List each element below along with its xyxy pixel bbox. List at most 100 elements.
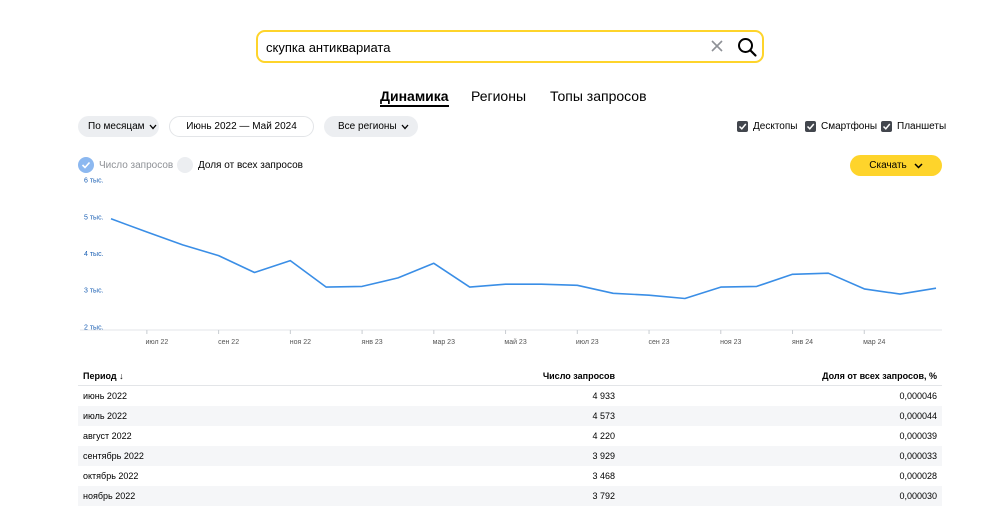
chevron-down-icon: [914, 162, 923, 169]
y-tick-label: 2 тыс.: [84, 324, 104, 331]
search-box[interactable]: скупка антиквариата: [256, 30, 764, 63]
checkbox-label: Смартфоны: [821, 121, 878, 132]
cell-period: июнь 2022: [83, 391, 127, 401]
data-point[interactable]: [574, 282, 580, 288]
y-tick-label: 5 тыс.: [84, 214, 104, 221]
data-point[interactable]: [144, 229, 150, 235]
cell-count: 3 468: [592, 471, 615, 481]
series-line: [110, 218, 937, 300]
cell-period: июль 2022: [83, 411, 128, 421]
x-tick-label: мар 23: [433, 339, 455, 346]
header-count[interactable]: Число запросов: [543, 371, 615, 381]
data-point[interactable]: [825, 270, 831, 276]
data-point[interactable]: [359, 283, 365, 289]
download-button[interactable]: Скачать: [850, 155, 942, 176]
chevron-down-icon: [149, 124, 157, 129]
data-point[interactable]: [180, 242, 186, 248]
table-header: Период ↓ Число запросов Доля от всех зап…: [78, 366, 942, 386]
search-input[interactable]: скупка антиквариата: [266, 40, 390, 55]
data-point[interactable]: [323, 284, 329, 290]
table-row: сентябрь 2022 3 929 0,000033: [78, 446, 942, 466]
cell-share: 0,000044: [899, 411, 937, 421]
data-point[interactable]: [287, 258, 293, 264]
data-point[interactable]: [718, 284, 724, 290]
x-tick-label: сен 22: [218, 339, 239, 346]
cell-period: октябрь 2022: [83, 471, 139, 481]
checkbox-smartphones[interactable]: Смартфоны: [805, 121, 877, 132]
cell-share: 0,000046: [899, 391, 937, 401]
chevron-down-icon: [401, 124, 409, 129]
x-tick-label: янв 24: [792, 339, 813, 346]
region-select[interactable]: Все регионы: [324, 116, 418, 137]
checkbox-label: Планшеты: [897, 121, 947, 132]
x-tick-label: июл 23: [576, 339, 599, 346]
cell-count: 3 929: [592, 451, 615, 461]
search-icon[interactable]: [736, 36, 758, 58]
checkbox-tablets[interactable]: Планшеты: [881, 121, 946, 132]
x-tick-label: май 23: [504, 338, 526, 346]
date-range-picker[interactable]: Июнь 2022 — Май 2024: [169, 116, 314, 137]
cell-count: 4 933: [592, 391, 615, 401]
cell-share: 0,000033: [899, 451, 937, 461]
metric-count-label: Число запросов: [99, 159, 174, 171]
table-row: октябрь 2022 3 468 0,000028: [78, 466, 942, 486]
data-point[interactable]: [897, 291, 903, 297]
x-tick-label: сен 23: [649, 339, 670, 346]
data-point[interactable]: [538, 281, 544, 287]
data-point[interactable]: [503, 281, 509, 287]
table-row: август 2022 4 220 0,000039: [78, 426, 942, 446]
header-share[interactable]: Доля от всех запросов, %: [822, 371, 937, 381]
metric-radio-share[interactable]: Доля от всех запросов: [177, 157, 303, 173]
download-label: Скачать: [869, 160, 907, 171]
x-tick-label: ноя 23: [720, 339, 741, 346]
tabs-bar: Динамика Регионы Топы запросов: [0, 88, 1000, 108]
table-row: ноябрь 2022 3 792 0,000030: [78, 486, 942, 506]
checkbox-checked-icon: [737, 121, 748, 132]
table-row: июль 2022 4 573 0,000044: [78, 406, 942, 426]
date-range-label: Июнь 2022 — Май 2024: [186, 121, 297, 132]
data-point[interactable]: [610, 290, 616, 296]
data-point[interactable]: [933, 285, 939, 291]
cell-count: 4 220: [592, 431, 615, 441]
checkbox-checked-icon: [881, 121, 892, 132]
metric-radio-count[interactable]: Число запросов: [78, 157, 173, 173]
clear-icon[interactable]: [709, 38, 725, 54]
data-point[interactable]: [395, 275, 401, 281]
x-tick-label: ноя 22: [290, 339, 311, 346]
y-tick-label: 3 тыс.: [84, 288, 104, 295]
cell-period: август 2022: [83, 431, 132, 441]
data-point[interactable]: [646, 292, 652, 298]
grouping-select[interactable]: По месяцам: [78, 116, 159, 137]
data-point[interactable]: [682, 295, 688, 301]
radio-checked-icon: [78, 157, 94, 173]
cell-period: сентябрь 2022: [83, 451, 144, 461]
tab-regions[interactable]: Регионы: [471, 88, 526, 104]
data-point[interactable]: [251, 270, 257, 276]
header-period[interactable]: Период ↓: [83, 371, 124, 381]
data-point[interactable]: [431, 260, 437, 266]
data-point[interactable]: [467, 284, 473, 290]
x-tick-label: июл 22: [145, 339, 168, 346]
data-point[interactable]: [216, 253, 222, 259]
data-point[interactable]: [108, 216, 114, 222]
cell-count: 4 573: [592, 411, 615, 421]
data-point[interactable]: [790, 271, 796, 277]
data-table: Период ↓ Число запросов Доля от всех зап…: [78, 366, 942, 506]
region-label: Все регионы: [338, 121, 397, 132]
table-row: июнь 2022 4 933 0,000046: [78, 386, 942, 406]
y-tick-label: 6 тыс.: [84, 178, 104, 185]
line-chart: 2 тыс. 3 тыс. 4 тыс. 5 тыс. 6 тыс. июл 22 сен …: [80, 178, 942, 346]
checkbox-checked-icon: [805, 121, 816, 132]
grouping-label: По месяцам: [88, 121, 145, 132]
data-point[interactable]: [754, 283, 760, 289]
tab-dynamics[interactable]: Динамика: [380, 88, 449, 107]
radio-unchecked-icon: [177, 157, 193, 173]
checkbox-label: Десктопы: [753, 121, 798, 132]
data-point[interactable]: [861, 286, 867, 292]
cell-share: 0,000028: [899, 471, 937, 481]
y-tick-label: 4 тыс.: [84, 251, 104, 258]
tab-top-queries[interactable]: Топы запросов: [550, 88, 647, 104]
checkbox-desktops[interactable]: Десктопы: [737, 121, 797, 132]
cell-share: 0,000039: [899, 431, 937, 441]
x-tick-label: мар 24: [863, 339, 885, 346]
